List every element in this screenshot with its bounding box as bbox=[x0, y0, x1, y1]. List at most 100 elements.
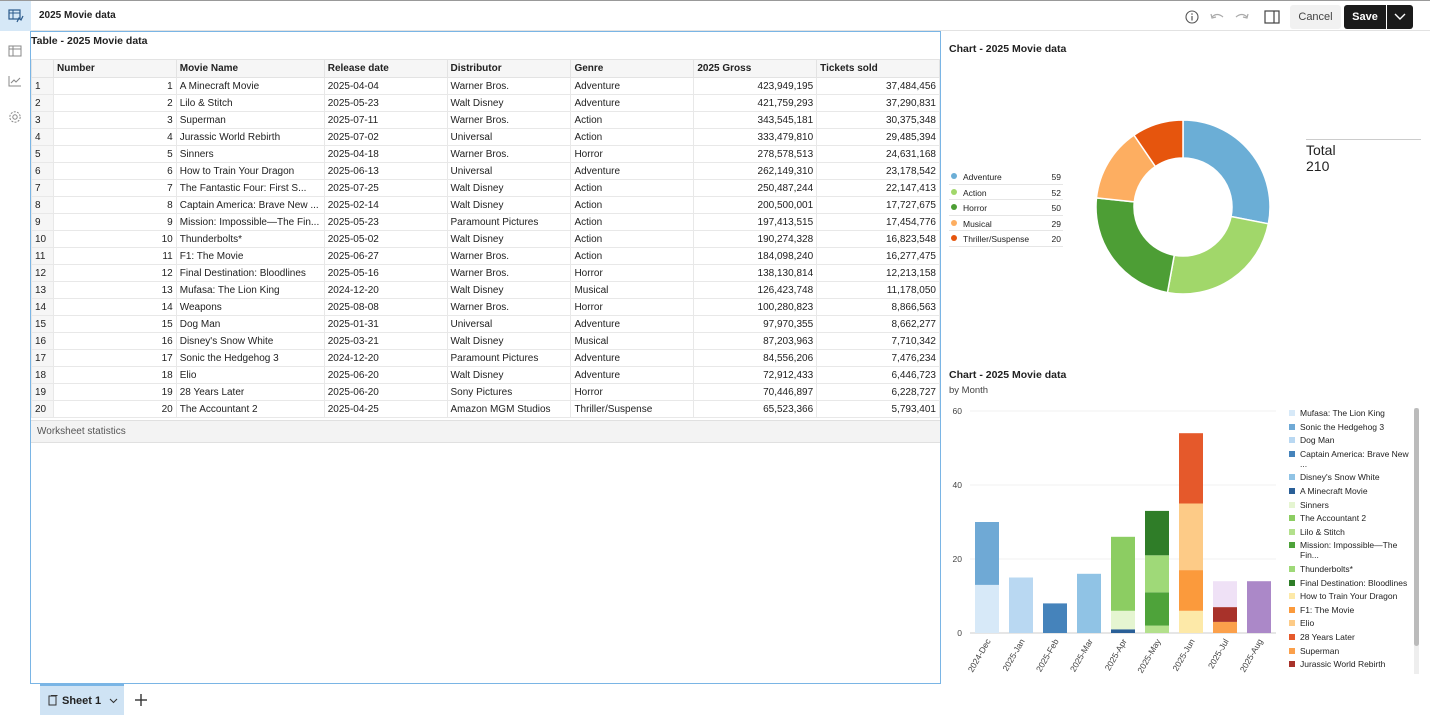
table-cell[interactable]: 14 bbox=[52, 298, 177, 316]
data-table[interactable]: Number Movie Name Release date Distribut… bbox=[31, 59, 940, 418]
table-cell[interactable]: Universal bbox=[446, 315, 572, 333]
table-cell[interactable]: 423,949,195 bbox=[693, 77, 818, 95]
gear-icon[interactable] bbox=[6, 108, 24, 126]
table-row[interactable]: 7 7 The Fantastic Four: First S... 2025-07-… bbox=[31, 179, 940, 197]
table-cell[interactable]: 37,484,456 bbox=[816, 77, 940, 95]
table-cell[interactable]: Sony Pictures bbox=[446, 383, 572, 401]
table-cell[interactable]: 100,280,823 bbox=[693, 298, 818, 316]
bar-segment[interactable] bbox=[1213, 621, 1237, 633]
bar-segment[interactable] bbox=[1111, 536, 1135, 611]
legend-item[interactable]: Elio bbox=[1287, 618, 1413, 628]
row-header[interactable]: 17 bbox=[31, 349, 54, 367]
table-cell[interactable]: 2025-06-27 bbox=[323, 247, 448, 265]
table-cell[interactable]: 7,476,234 bbox=[816, 349, 940, 367]
table-row[interactable]: 20 20 The Accountant 2 2025-04-25 Amazon MGM… bbox=[31, 400, 940, 418]
info-icon[interactable] bbox=[1182, 7, 1202, 27]
bar-segment[interactable] bbox=[1213, 581, 1237, 608]
bar-segment[interactable] bbox=[1145, 625, 1169, 633]
row-header[interactable]: 2 bbox=[31, 94, 54, 112]
table-cell[interactable]: Adventure bbox=[570, 77, 695, 95]
legend-item[interactable]: How to Train Your Dragon bbox=[1287, 591, 1413, 601]
table-cell[interactable]: 12,213,158 bbox=[816, 264, 940, 282]
table-cell[interactable]: 16 bbox=[52, 332, 177, 350]
table-cell[interactable]: Action bbox=[570, 247, 695, 265]
table-cell[interactable]: Warner Bros. bbox=[446, 264, 572, 282]
table-cell[interactable]: 197,413,515 bbox=[693, 213, 818, 231]
legend-item[interactable]: Jurassic World Rebirth bbox=[1287, 659, 1413, 669]
table-cell[interactable]: 2025-07-25 bbox=[323, 179, 448, 197]
side-panel-icon[interactable] bbox=[1262, 7, 1282, 27]
table-cell[interactable]: Horror bbox=[570, 298, 695, 316]
row-header[interactable]: 4 bbox=[31, 128, 54, 146]
table-cell[interactable]: 19 bbox=[52, 383, 177, 401]
table-cell[interactable]: Walt Disney bbox=[446, 366, 572, 384]
table-cell[interactable]: Action bbox=[570, 230, 695, 248]
table-row[interactable]: 11 11 F1: The Movie 2025-06-27 Warner Bros. A… bbox=[31, 247, 940, 265]
table-cell[interactable]: Warner Bros. bbox=[446, 298, 572, 316]
table-row[interactable]: 2 2 Lilo & Stitch 2025-05-23 Walt Disney Adve… bbox=[31, 94, 940, 112]
save-button[interactable]: Save bbox=[1344, 5, 1386, 29]
table-cell[interactable]: 87,203,963 bbox=[693, 332, 818, 350]
table-cell[interactable]: Action bbox=[570, 128, 695, 146]
table-cell[interactable]: 7 bbox=[52, 179, 177, 197]
bar-segment[interactable] bbox=[975, 584, 999, 633]
table-cell[interactable]: Disney's Snow White bbox=[175, 332, 325, 350]
table-cell[interactable]: 15 bbox=[52, 315, 177, 333]
legend-item[interactable]: Musical 29 bbox=[949, 216, 1063, 231]
table-cell[interactable]: 22,147,413 bbox=[816, 179, 940, 197]
table-cell[interactable]: Walt Disney bbox=[446, 196, 572, 214]
bar-segment[interactable] bbox=[1247, 581, 1271, 633]
table-cell[interactable]: 70,446,897 bbox=[693, 383, 818, 401]
table-cell[interactable]: The Fantastic Four: First S... bbox=[175, 179, 325, 197]
row-header[interactable]: 18 bbox=[31, 366, 54, 384]
table-cell[interactable]: 184,098,240 bbox=[693, 247, 818, 265]
table-cell[interactable]: 65,523,366 bbox=[693, 400, 818, 418]
corner-cell[interactable] bbox=[31, 59, 54, 78]
table-cell[interactable]: 8 bbox=[52, 196, 177, 214]
column-header[interactable]: Genre bbox=[570, 59, 695, 78]
table-cell[interactable]: 2 bbox=[52, 94, 177, 112]
table-cell[interactable]: Sinners bbox=[175, 145, 325, 163]
table-cell[interactable]: 6 bbox=[52, 162, 177, 180]
legend-item[interactable]: Sonic the Hedgehog 3 bbox=[1287, 422, 1413, 432]
table-cell[interactable]: Jurassic World Rebirth bbox=[175, 128, 325, 146]
legend-item[interactable]: Captain America: Brave New ... bbox=[1287, 449, 1413, 469]
table-cell[interactable]: Adventure bbox=[570, 94, 695, 112]
row-header[interactable]: 15 bbox=[31, 315, 54, 333]
table-cell[interactable]: Warner Bros. bbox=[446, 77, 572, 95]
table-row[interactable]: 6 6 How to Train Your Dragon 2025-06-13 Univ… bbox=[31, 162, 940, 180]
table-cell[interactable]: 28 Years Later bbox=[175, 383, 325, 401]
table-cell[interactable]: 262,149,310 bbox=[693, 162, 818, 180]
tab-sheet-1[interactable]: Sheet 1 bbox=[40, 684, 124, 715]
row-header[interactable]: 10 bbox=[31, 230, 54, 248]
table-cell[interactable]: 3 bbox=[52, 111, 177, 129]
table-cell[interactable]: 11,178,050 bbox=[816, 281, 940, 299]
table-cell[interactable]: 24,631,168 bbox=[816, 145, 940, 163]
cancel-button[interactable]: Cancel bbox=[1290, 5, 1341, 29]
legend-item[interactable]: Thunderbolts* bbox=[1287, 564, 1413, 574]
table-row[interactable]: 8 8 Captain America: Brave New ... 2025-02-… bbox=[31, 196, 940, 214]
column-header[interactable]: Number bbox=[52, 59, 177, 78]
legend-item[interactable]: Lilo & Stitch bbox=[1287, 527, 1413, 537]
table-cell[interactable]: 97,970,355 bbox=[693, 315, 818, 333]
legend-item[interactable]: Superman bbox=[1287, 646, 1413, 656]
legend-item[interactable]: Mufasa: The Lion King bbox=[1287, 408, 1413, 418]
row-header[interactable]: 12 bbox=[31, 264, 54, 282]
table-cell[interactable]: A Minecraft Movie bbox=[175, 77, 325, 95]
legend-item[interactable]: F1: The Movie bbox=[1287, 605, 1413, 615]
table-cell[interactable]: Final Destination: Bloodlines bbox=[175, 264, 325, 282]
table-cell[interactable]: 16,823,548 bbox=[816, 230, 940, 248]
bar-segment[interactable] bbox=[1179, 610, 1203, 633]
table-cell[interactable]: 17,454,776 bbox=[816, 213, 940, 231]
table-cell[interactable]: Adventure bbox=[570, 366, 695, 384]
table-cell[interactable]: The Accountant 2 bbox=[175, 400, 325, 418]
table-cell[interactable]: Mufasa: The Lion King bbox=[175, 281, 325, 299]
table-cell[interactable]: 10 bbox=[52, 230, 177, 248]
table-cell[interactable]: 2025-06-13 bbox=[323, 162, 448, 180]
table-cell[interactable]: 2024-12-20 bbox=[323, 281, 448, 299]
legend-scrollbar[interactable] bbox=[1414, 408, 1419, 674]
table-cell[interactable]: 5 bbox=[52, 145, 177, 163]
stacked-bar-chart[interactable]: 0 20 40 60 2024-Dec 2025-Jan 2025-Feb 2025-Mar 2… bbox=[941, 401, 1281, 681]
column-header[interactable]: Release date bbox=[323, 59, 448, 78]
table-cell[interactable]: 2025-05-23 bbox=[323, 213, 448, 231]
